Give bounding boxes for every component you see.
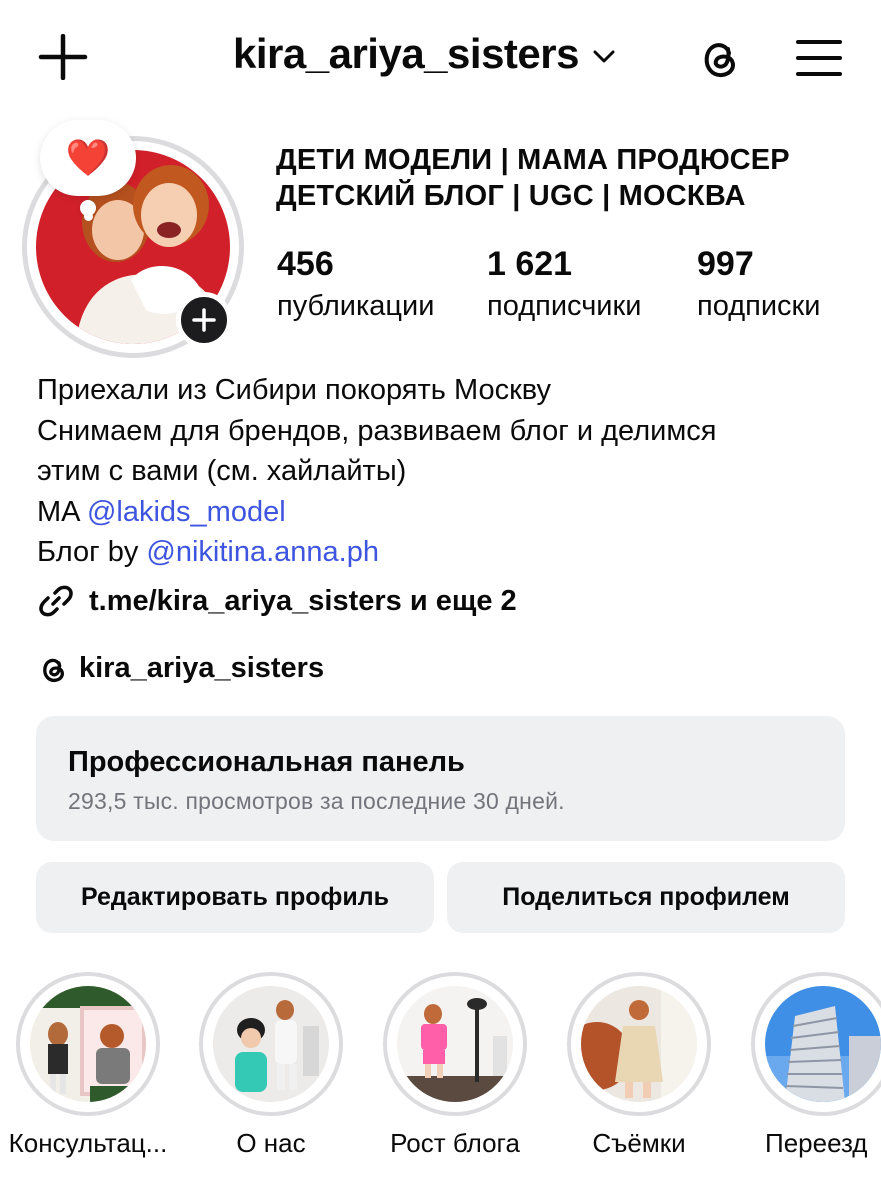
bio-line: Приехали из Сибири покорять Москву <box>37 374 552 406</box>
pro-panel-subtitle: 293,5 тыс. просмотров за последние 30 дн… <box>68 788 565 814</box>
highlight-cover <box>397 986 513 1102</box>
threads-profile-link[interactable]: kira_ariya_sisters <box>37 652 324 685</box>
hamburger-menu-icon[interactable] <box>795 38 843 78</box>
highlight-item[interactable]: Переезд <box>751 972 881 1158</box>
bio-text: Блог by <box>37 536 147 568</box>
stat-posts[interactable]: 456 публикации <box>277 244 434 324</box>
top-bar: kira_ariya_sisters <box>0 0 881 120</box>
highlight-ring[interactable] <box>16 972 160 1116</box>
plus-circle-icon[interactable] <box>176 292 232 348</box>
bio-text: MA <box>37 495 87 528</box>
threads-icon <box>43 658 64 682</box>
highlight-item[interactable]: Съёмки <box>567 972 711 1158</box>
stat-following[interactable]: 997 подписки <box>697 244 820 324</box>
highlight-label: О нас <box>236 1128 306 1158</box>
threads-handle: kira_ariya_sisters <box>79 652 325 684</box>
following-count: 997 <box>697 245 754 283</box>
highlight-ring[interactable] <box>751 972 881 1116</box>
pro-panel-title: Профессиональная панель <box>68 746 465 778</box>
highlight-cover <box>581 986 697 1102</box>
bio: Приехали из Сибири покорять Москву Снима… <box>37 370 857 573</box>
bio-line: Блог by @nikitina.anna.ph <box>37 532 857 573</box>
stat-followers[interactable]: 1 621 подписчики <box>487 244 641 324</box>
posts-count: 456 <box>277 245 334 283</box>
threads-icon[interactable] <box>695 34 743 82</box>
account-switcher[interactable]: kira_ariya_sisters <box>233 30 615 78</box>
bio-line: Снимаем для брендов, развиваем блог и де… <box>37 414 717 447</box>
followers-label: подписчики <box>487 290 642 322</box>
profile-category: ДЕТИ МОДЕЛИ | МАМА ПРОДЮСЕР ДЕТСКИЙ БЛОГ… <box>276 142 866 214</box>
bio-line: MA @lakids_model <box>37 492 857 533</box>
highlight-label: Консультац... <box>8 1128 168 1158</box>
external-link[interactable]: t.me/kira_ariya_sisters и еще 2 <box>37 582 517 620</box>
link-icon <box>39 585 73 617</box>
highlight-label: Рост блога <box>390 1128 520 1158</box>
note-bubble[interactable]: ❤️ <box>40 120 136 196</box>
highlight-ring[interactable] <box>567 972 711 1116</box>
highlight-cover <box>213 986 329 1102</box>
chevron-down-icon <box>593 50 615 63</box>
highlight-item[interactable]: Консультац... <box>9 972 167 1158</box>
plus-icon[interactable] <box>38 33 88 81</box>
mention-link[interactable]: @nikitina.anna.ph <box>146 536 379 568</box>
highlight-label: Переезд <box>765 1128 868 1158</box>
highlight-cover <box>30 986 146 1102</box>
category-line-2: ДЕТСКИЙ БЛОГ | UGC | МОСКВА <box>276 180 746 212</box>
highlight-item[interactable]: Рост блога <box>383 972 527 1158</box>
share-profile-button[interactable]: Поделиться профилем <box>447 862 845 933</box>
professional-dashboard[interactable]: Профессиональная панель 293,5 тыс. просм… <box>36 716 845 841</box>
mention-link[interactable]: @lakids_model <box>87 496 286 528</box>
followers-count: 1 621 <box>487 245 573 283</box>
link-text: t.me/kira_ariya_sisters и еще 2 <box>89 584 517 617</box>
highlight-label: Съёмки <box>592 1128 686 1158</box>
highlight-ring[interactable] <box>199 972 343 1116</box>
heart-emoji-icon: ❤️ <box>65 137 111 178</box>
category-line-1: ДЕТИ МОДЕЛИ | МАМА ПРОДЮСЕР <box>276 144 790 176</box>
following-label: подписки <box>697 290 821 322</box>
username: kira_ariya_sisters <box>233 30 579 77</box>
note-bubble-tail-small <box>84 212 93 221</box>
highlight-cover <box>765 986 881 1102</box>
edit-profile-button[interactable]: Редактировать профиль <box>36 862 434 933</box>
posts-label: публикации <box>277 290 435 322</box>
bio-line: этим с вами (см. хайлайты) <box>37 455 407 487</box>
highlight-item[interactable]: О нас <box>199 972 343 1158</box>
highlight-ring[interactable] <box>383 972 527 1116</box>
